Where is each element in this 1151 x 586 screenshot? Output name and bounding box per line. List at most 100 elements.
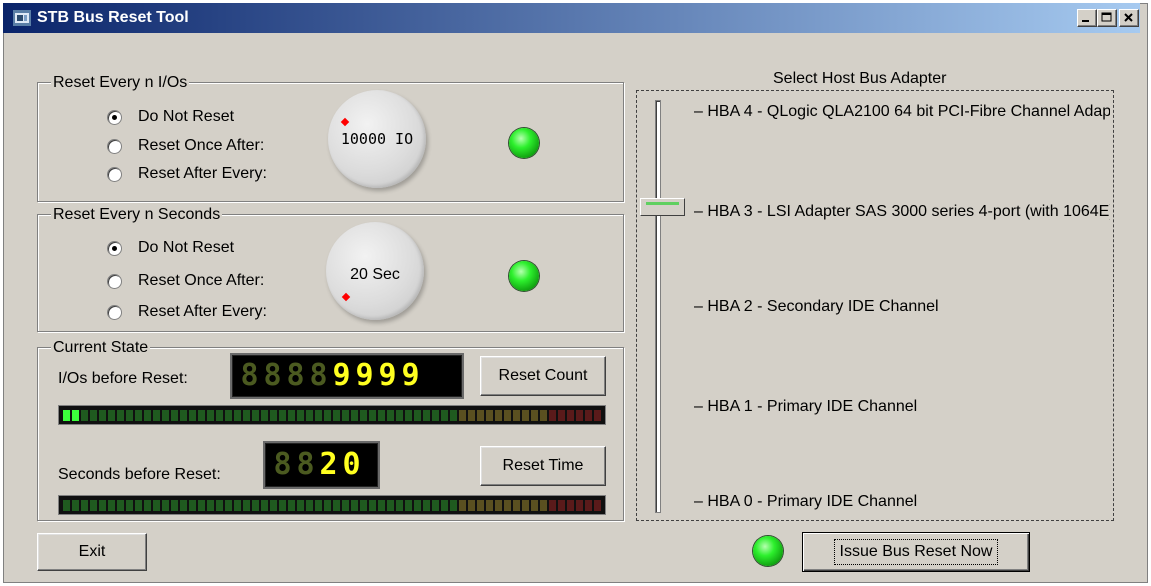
meter-segment	[207, 409, 214, 421]
meter-segment	[198, 409, 205, 421]
meter-segment	[108, 499, 115, 511]
meter-segment	[216, 499, 223, 511]
close-button[interactable]	[1119, 9, 1139, 27]
ios-before-reset-label: I/Os before Reset:	[58, 370, 188, 387]
radio-label: Reset Once After:	[138, 137, 265, 154]
radio-label: Do Not Reset	[138, 108, 235, 125]
counter-digit: 8	[263, 358, 282, 393]
app-icon	[13, 10, 31, 26]
meter-segment	[297, 499, 304, 511]
seconds-progress-meter	[58, 495, 606, 515]
meter-segment	[468, 499, 475, 511]
meter-segment	[396, 409, 403, 421]
meter-segment	[486, 499, 493, 511]
meter-segment	[180, 499, 187, 511]
meter-segment	[342, 499, 349, 511]
reset-time-button[interactable]: Reset Time	[480, 446, 606, 486]
seconds-knob[interactable]: 20 Sec	[326, 222, 424, 320]
meter-segment	[558, 499, 565, 511]
meter-segment	[432, 409, 439, 421]
hba-option-2[interactable]: – HBA 2 - Secondary IDE Channel	[694, 298, 1110, 316]
radio-label: Reset After Every:	[138, 165, 267, 182]
maximize-button[interactable]	[1097, 9, 1117, 27]
meter-segment	[594, 409, 601, 421]
meter-segment	[135, 499, 142, 511]
io-status-led	[509, 128, 539, 158]
meter-segment	[477, 499, 484, 511]
meter-segment	[81, 409, 88, 421]
meter-segment	[189, 409, 196, 421]
hba-option-3[interactable]: – HBA 3 - LSI Adapter SAS 3000 series 4-…	[694, 203, 1110, 221]
seconds-radio-do-not-reset[interactable]: Do Not Reset	[107, 239, 234, 257]
meter-segment	[72, 409, 79, 421]
meter-segment	[576, 499, 583, 511]
meter-segment	[414, 409, 421, 421]
meter-segment	[495, 409, 502, 421]
meter-segment	[63, 499, 70, 511]
seconds-radio-reset-once[interactable]: Reset Once After:	[107, 272, 264, 290]
meter-segment	[288, 409, 295, 421]
meter-segment	[117, 499, 124, 511]
seconds-status-led	[509, 261, 539, 291]
meter-segment	[378, 499, 385, 511]
hba-option-1[interactable]: – HBA 1 - Primary IDE Channel	[694, 398, 1110, 416]
meter-segment	[90, 499, 97, 511]
meter-segment	[387, 409, 394, 421]
knob-indicator-dot	[340, 117, 350, 127]
meter-segment	[441, 409, 448, 421]
seconds-radio-reset-every[interactable]: Reset After Every:	[107, 303, 267, 321]
bus-reset-status-led	[753, 536, 783, 566]
hba-slider-track[interactable]	[655, 100, 661, 513]
counter-digit: 9	[332, 358, 351, 393]
io-radio-do-not-reset[interactable]: Do Not Reset	[107, 108, 234, 126]
hba-option-0[interactable]: – HBA 0 - Primary IDE Channel	[694, 493, 1110, 511]
io-count-knob[interactable]: 10000 IO	[328, 90, 426, 188]
meter-segment	[378, 409, 385, 421]
counter-digit: 9	[378, 358, 397, 393]
exit-button[interactable]: Exit	[37, 533, 147, 571]
maximize-icon	[1101, 12, 1112, 22]
counter-digit: 8	[286, 358, 305, 393]
meter-segment	[306, 499, 313, 511]
radio-button-icon	[107, 138, 122, 154]
radio-label: Reset After Every:	[138, 303, 267, 320]
radio-button-icon	[107, 109, 122, 125]
meter-segment	[126, 409, 133, 421]
seconds-counter-display: 8820	[263, 441, 380, 489]
meter-segment	[441, 499, 448, 511]
ios-counter-display: 88889999	[230, 353, 464, 399]
hba-option-4[interactable]: – HBA 4 - QLogic QLA2100 64 bit PCI-Fibr…	[694, 103, 1110, 121]
title-bar[interactable]: STB Bus Reset Tool	[3, 3, 1140, 33]
meter-segment	[531, 409, 538, 421]
meter-segment	[252, 409, 259, 421]
meter-segment	[270, 409, 277, 421]
meter-segment	[117, 409, 124, 421]
hba-slider-thumb[interactable]	[640, 198, 685, 216]
meter-segment	[459, 499, 466, 511]
meter-segment	[360, 499, 367, 511]
meter-segment	[171, 499, 178, 511]
issue-bus-reset-button[interactable]: Issue Bus Reset Now	[802, 532, 1030, 572]
meter-segment	[576, 409, 583, 421]
minimize-button[interactable]	[1077, 9, 1097, 27]
meter-segment	[567, 409, 574, 421]
current-state-group-label: Current State	[51, 339, 151, 357]
meter-segment	[477, 409, 484, 421]
meter-segment	[99, 409, 106, 421]
radio-button-icon	[107, 273, 122, 289]
meter-segment	[486, 409, 493, 421]
meter-segment	[351, 499, 358, 511]
reset-count-label: Reset Count	[498, 367, 588, 384]
meter-segment	[495, 499, 502, 511]
meter-segment	[585, 409, 592, 421]
io-radio-reset-every[interactable]: Reset After Every:	[107, 165, 267, 183]
meter-segment	[540, 409, 547, 421]
reset-count-button[interactable]: Reset Count	[480, 356, 606, 396]
io-reset-group-label: Reset Every n I/Os	[51, 74, 190, 92]
meter-segment	[279, 409, 286, 421]
io-radio-reset-once[interactable]: Reset Once After:	[107, 137, 264, 155]
meter-segment	[324, 499, 331, 511]
meter-segment	[558, 409, 565, 421]
meter-segment	[387, 499, 394, 511]
meter-segment	[153, 409, 160, 421]
